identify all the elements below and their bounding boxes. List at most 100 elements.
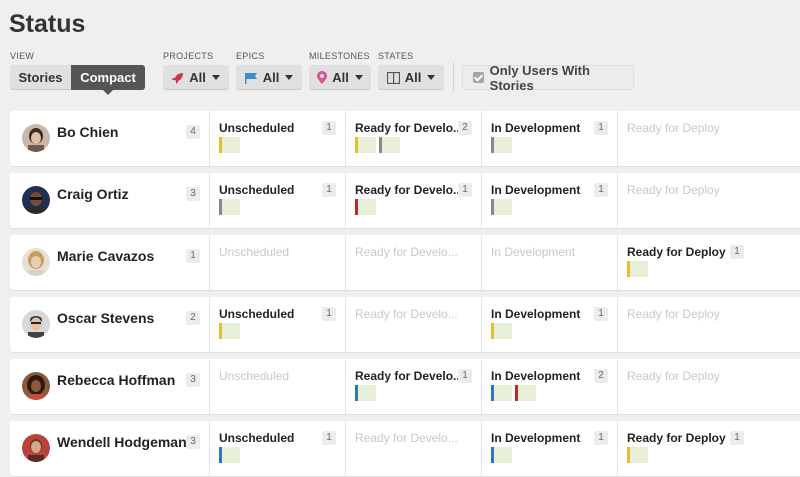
page-title: Status	[9, 10, 86, 38]
milestones-label: MILESTONES	[309, 51, 370, 61]
user-row: Oscar Stevens 2 Unscheduled 1 Ready for Deve…	[10, 297, 800, 352]
story-card[interactable]	[627, 447, 648, 463]
state-column-in-development: In Development 1	[481, 297, 616, 352]
state-column-in-development: In Development 1	[481, 111, 616, 166]
state-count: 1	[730, 245, 744, 259]
states-value: All	[404, 70, 422, 85]
state-column-ready-for-deploy: Ready for Deploy 1	[617, 235, 752, 290]
state-column-ready-for-deploy: Ready for Deploy 1	[617, 421, 752, 476]
state-column-unscheduled: Unscheduled 1	[209, 173, 344, 228]
state-label: Unscheduled	[219, 245, 290, 259]
user-row: Rebecca Hoffman 3 Unscheduled Ready for Dev…	[10, 359, 800, 414]
state-column-ready-for-development: Ready for Develo... 2	[345, 111, 480, 166]
state-count: 2	[594, 369, 608, 383]
state-column-unscheduled: Unscheduled	[209, 359, 344, 414]
user-row: Marie Cavazos 1 Unscheduled Ready for Devel…	[10, 235, 800, 290]
view-compact-button[interactable]: Compact	[71, 65, 145, 95]
state-count: 1	[322, 183, 336, 197]
state-column-ready-for-deploy: Ready for Deploy	[617, 359, 752, 414]
flag-icon	[244, 72, 257, 84]
story-cards	[355, 385, 376, 401]
story-cards	[355, 137, 400, 153]
state-label: In Development	[491, 307, 581, 321]
avatar[interactable]	[22, 248, 50, 276]
avatar[interactable]	[22, 372, 50, 400]
view-stories-button[interactable]: Stories	[10, 65, 71, 90]
epics-dropdown[interactable]: All	[236, 65, 302, 90]
state-count: 1	[594, 183, 608, 197]
state-column-unscheduled: Unscheduled 1	[209, 421, 344, 476]
avatar[interactable]	[22, 434, 50, 462]
story-cards	[491, 447, 512, 463]
avatar[interactable]	[22, 310, 50, 338]
user-story-count: 4	[186, 125, 200, 139]
story-cards	[491, 137, 512, 153]
user-name[interactable]: Bo Chien	[57, 124, 118, 140]
story-cards	[219, 137, 240, 153]
story-card[interactable]	[355, 199, 376, 215]
state-count: 2	[458, 121, 472, 135]
chevron-down-icon	[354, 75, 363, 80]
story-cards	[491, 199, 512, 215]
state-count: 1	[594, 431, 608, 445]
story-cards	[491, 323, 512, 339]
story-card[interactable]	[355, 385, 376, 401]
state-label: Ready for Develo...	[355, 121, 464, 135]
story-cards	[627, 447, 648, 463]
chevron-down-icon	[285, 75, 294, 80]
user-story-count: 3	[186, 435, 200, 449]
story-card[interactable]	[491, 199, 512, 215]
story-cards	[355, 199, 376, 215]
user-name[interactable]: Craig Ortiz	[57, 186, 129, 202]
state-label: Unscheduled	[219, 307, 295, 321]
user-name[interactable]: Oscar Stevens	[57, 310, 154, 326]
state-label: In Development	[491, 431, 581, 445]
states-dropdown[interactable]: All	[378, 65, 444, 90]
story-card[interactable]	[219, 199, 240, 215]
story-card[interactable]	[355, 137, 376, 153]
only-users-with-stories-toggle[interactable]: Only Users With Stories	[462, 62, 634, 93]
state-label: In Development	[491, 245, 576, 259]
user-name[interactable]: Wendell Hodgeman	[57, 434, 187, 450]
state-label: Unscheduled	[219, 431, 295, 445]
story-card[interactable]	[627, 261, 648, 277]
story-card[interactable]	[379, 137, 400, 153]
story-cards	[219, 447, 240, 463]
state-column-in-development: In Development 1	[481, 173, 616, 228]
state-label: Ready for Develo...	[355, 307, 458, 321]
user-row: Bo Chien 4 Unscheduled 1 Ready for Develo...…	[10, 111, 800, 166]
state-label: Ready for Deploy	[627, 307, 720, 321]
milestones-dropdown[interactable]: All	[309, 65, 371, 90]
state-column-ready-for-development: Ready for Develo...	[345, 235, 480, 290]
checkbox-icon[interactable]	[473, 72, 484, 83]
story-card[interactable]	[219, 137, 240, 153]
story-card[interactable]	[219, 447, 240, 463]
state-label: Ready for Deploy	[627, 369, 720, 383]
story-card[interactable]	[515, 385, 536, 401]
avatar[interactable]	[22, 124, 50, 152]
state-count: 1	[594, 307, 608, 321]
avatar[interactable]	[22, 186, 50, 214]
state-column-unscheduled: Unscheduled 1	[209, 297, 344, 352]
user-story-count: 3	[186, 187, 200, 201]
user-name[interactable]: Rebecca Hoffman	[57, 372, 175, 388]
state-count: 1	[322, 121, 336, 135]
divider	[453, 62, 454, 92]
state-column-ready-for-deploy: Ready for Deploy	[617, 111, 752, 166]
state-label: Ready for Deploy	[627, 121, 720, 135]
state-label: Unscheduled	[219, 121, 295, 135]
state-label: Ready for Develo...	[355, 245, 458, 259]
only-users-label: Only Users With Stories	[489, 62, 590, 93]
story-card[interactable]	[491, 385, 512, 401]
story-card[interactable]	[491, 323, 512, 339]
chevron-down-icon	[427, 75, 436, 80]
state-label: Ready for Develo...	[355, 369, 464, 383]
story-card[interactable]	[491, 447, 512, 463]
state-count: 1	[730, 431, 744, 445]
user-story-count: 1	[186, 249, 200, 263]
projects-dropdown[interactable]: All	[163, 65, 229, 90]
story-card[interactable]	[219, 323, 240, 339]
story-card[interactable]	[491, 137, 512, 153]
user-name[interactable]: Marie Cavazos	[57, 248, 154, 264]
projects-value: All	[189, 70, 206, 85]
